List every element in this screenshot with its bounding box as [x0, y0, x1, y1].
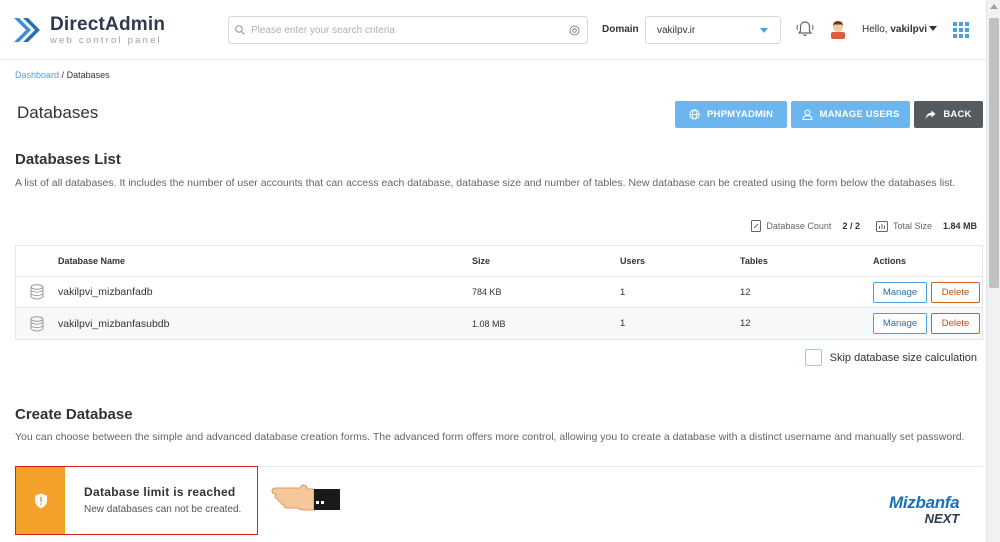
bar-chart-icon: [875, 220, 888, 232]
delete-button[interactable]: Delete: [931, 313, 980, 334]
search-input[interactable]: [251, 17, 561, 43]
filter-settings-icon[interactable]: [561, 25, 587, 36]
username: vakilpvi: [890, 24, 928, 35]
breadcrumb-current: Databases: [66, 70, 110, 80]
table-header: Database Name Size Users Tables Actions: [16, 246, 982, 277]
notification-bell-icon[interactable]: [795, 19, 815, 39]
column-header-name[interactable]: Database Name: [58, 256, 472, 266]
skip-size-calculation[interactable]: Skip database size calculation: [804, 349, 977, 366]
create-database-title: Create Database: [15, 406, 133, 423]
column-header-tables[interactable]: Tables: [740, 256, 873, 266]
phpmyadmin-button[interactable]: PHPMYADMIN: [675, 101, 787, 128]
database-icon: [30, 315, 44, 331]
database-tables: 12: [740, 286, 751, 298]
database-name[interactable]: vakilpvi_mizbanfadb: [58, 286, 472, 298]
database-users: 1: [620, 318, 626, 329]
column-header-size[interactable]: Size: [472, 256, 620, 266]
total-size-value: 1.84 MB: [942, 221, 977, 231]
directadmin-logo-icon: [14, 18, 40, 42]
database-limit-alert: Database limit is reached New databases …: [15, 466, 258, 535]
apps-grid-icon[interactable]: [953, 22, 969, 38]
breadcrumb-dashboard-link[interactable]: Dashboard: [15, 70, 59, 80]
database-stats: Database Count 2 / 2 Total Size 1.84 MB: [751, 220, 977, 232]
alert-text: New databases can not be created.: [84, 504, 242, 515]
database-count-label: Database Count: [766, 221, 832, 231]
logo[interactable]: DirectAdmin web control panel: [14, 12, 165, 48]
database-tables: 12: [740, 318, 751, 329]
watermark-top: Mizbanfa: [889, 493, 960, 512]
table-row: vakilpvi_mizbanfadb 784 KB 1 12 Manage D…: [16, 277, 982, 308]
breadcrumb: Dashboard / Databases: [15, 70, 110, 80]
shield-warning-icon: [34, 493, 47, 508]
database-size: 784 KB: [472, 287, 502, 297]
database-count-icon: [751, 220, 762, 232]
share-arrow-icon: [925, 110, 936, 119]
user-icon: [801, 109, 813, 120]
domain-select[interactable]: vakilpv.ir: [645, 16, 781, 44]
table-row: vakilpvi_mizbanfasubdb 1.08 MB 1 12 Mana…: [16, 308, 982, 339]
search-icon: [229, 25, 251, 35]
manage-users-button[interactable]: MANAGE USERS: [791, 101, 910, 128]
domain-value: vakilpv.ir: [657, 24, 696, 36]
database-icon: [30, 284, 44, 300]
back-button[interactable]: BACK: [914, 101, 983, 128]
avatar[interactable]: [830, 19, 846, 39]
database-users: 1: [620, 286, 626, 298]
search-box: [228, 16, 588, 44]
delete-button[interactable]: Delete: [931, 281, 980, 303]
chevron-down-icon: [760, 28, 768, 33]
domain-label: Domain: [602, 24, 639, 35]
skip-size-label: Skip database size calculation: [829, 351, 977, 364]
logo-subtitle: web control panel: [50, 34, 162, 46]
alert-icon-area: [16, 467, 65, 534]
skip-size-checkbox[interactable]: [804, 349, 822, 366]
globe-icon: [689, 109, 700, 120]
column-header-actions: Actions: [873, 256, 907, 266]
page-title: Databases: [17, 103, 99, 122]
scroll-up-icon[interactable]: [990, 4, 998, 9]
column-header-users[interactable]: Users: [620, 256, 740, 266]
user-menu-caret-icon[interactable]: [929, 26, 937, 31]
alert-title: Database limit is reached: [84, 485, 236, 499]
top-bar: DirectAdmin web control panel Domain vak…: [0, 0, 986, 60]
create-database-description: You can choose between the simple and ad…: [15, 431, 965, 443]
databases-list-title: Databases List: [15, 151, 121, 168]
scroll-thumb[interactable]: [989, 18, 999, 288]
databases-table: Database Name Size Users Tables Actions …: [15, 245, 983, 340]
total-size-label: Total Size: [892, 221, 932, 231]
manage-button[interactable]: Manage: [873, 281, 927, 303]
watermark-bottom: NEXT: [924, 511, 960, 526]
databases-list-description: A list of all databases. It includes the…: [15, 177, 956, 189]
mizbanfa-watermark: Mizbanfa NEXT: [889, 493, 960, 526]
page-scrollbar[interactable]: [986, 0, 1000, 542]
manage-button[interactable]: Manage: [873, 313, 927, 334]
database-name[interactable]: vakilpvi_mizbanfasubdb: [58, 318, 472, 330]
database-size: 1.08 MB: [472, 318, 506, 329]
logo-title: DirectAdmin: [50, 13, 166, 35]
user-greeting[interactable]: Hello, vakilpvi: [862, 24, 927, 35]
database-count-value: 2 / 2: [842, 221, 860, 231]
pointing-hand-icon: [271, 484, 340, 511]
